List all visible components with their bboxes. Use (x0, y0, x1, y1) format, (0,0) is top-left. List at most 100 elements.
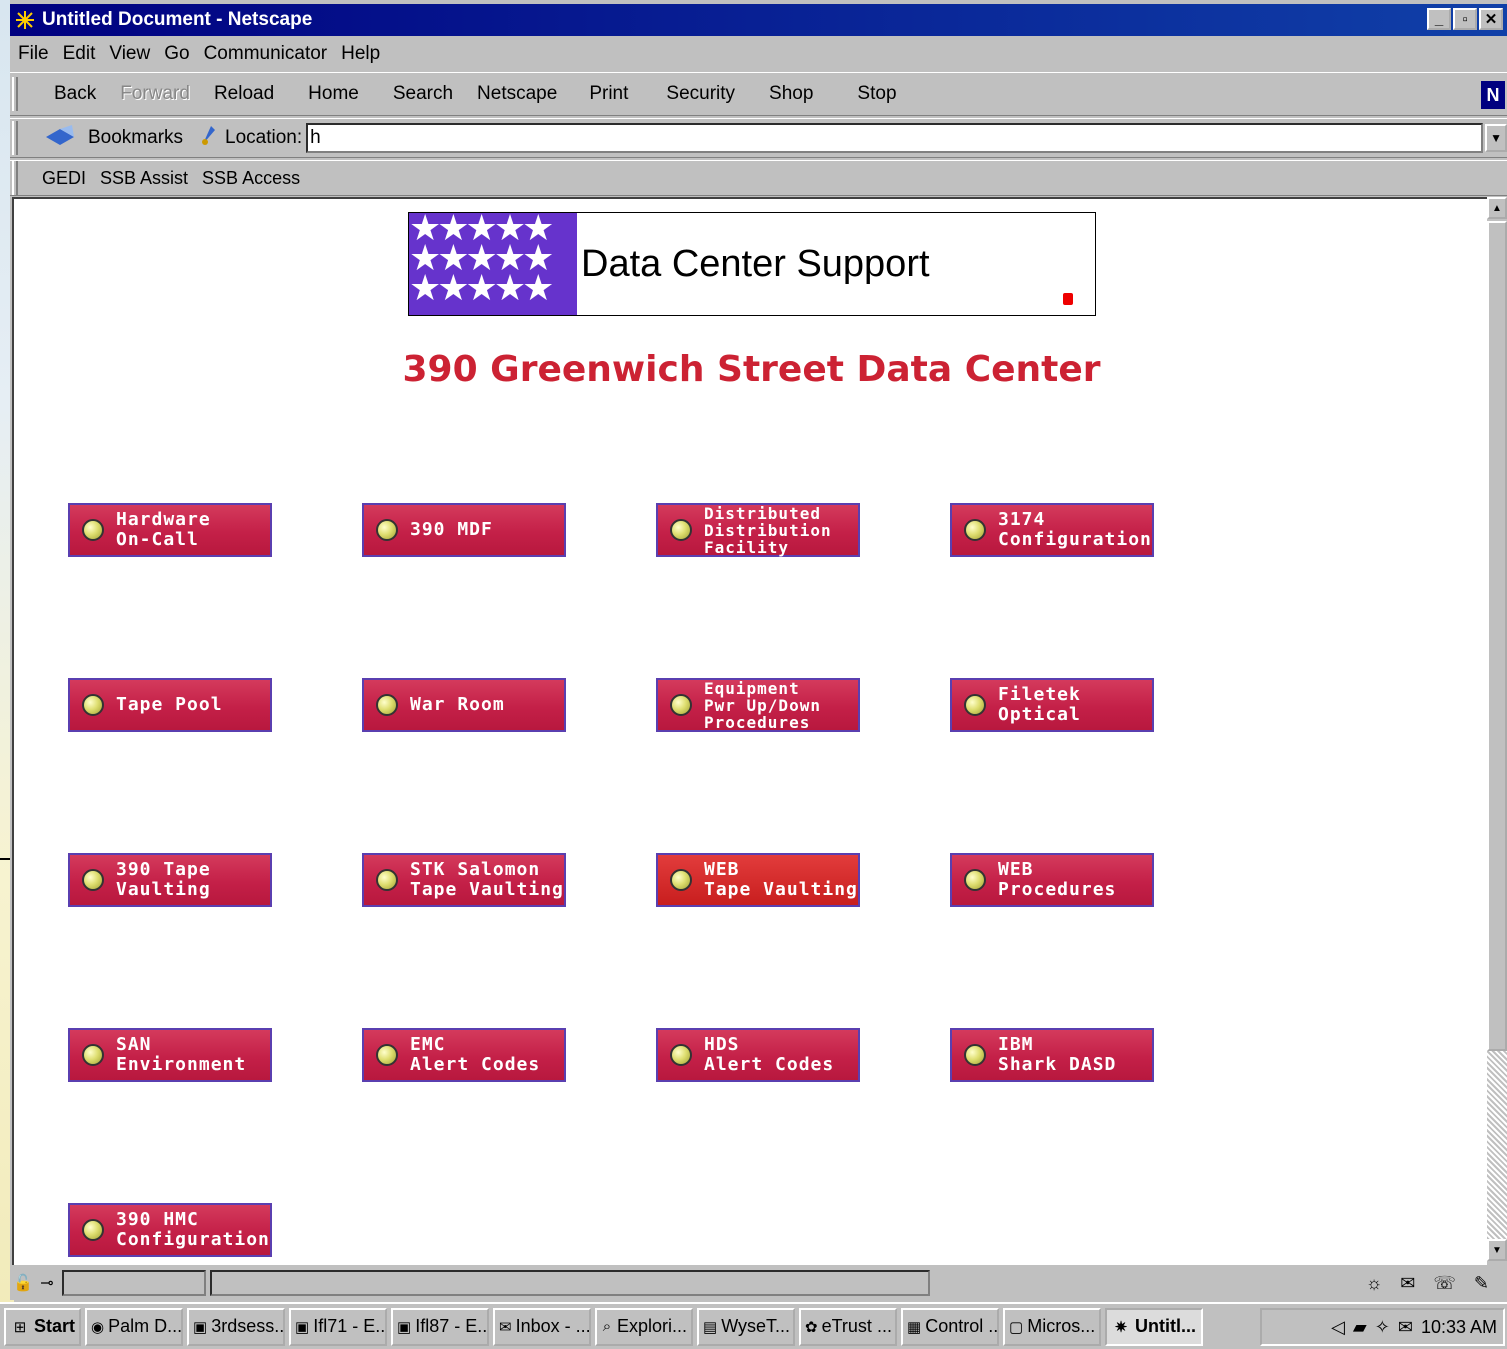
netscape-button[interactable]: Netscape (465, 74, 569, 114)
taskbar-item[interactable]: ▣ 3rdsess... (187, 1307, 286, 1346)
stk-salomon-tape-vaulting-button[interactable]: STK Salomon Tape Vaulting (362, 853, 566, 907)
network-icon[interactable]: ▰ (1353, 1317, 1367, 1338)
location-dropdown-icon[interactable]: ▼ (1485, 124, 1507, 152)
vertical-scrollbar[interactable]: ▲ ▼ (1487, 197, 1507, 1265)
home-button[interactable]: Home (296, 74, 371, 114)
status-text (210, 1270, 930, 1296)
back-button[interactable]: Back (42, 74, 108, 114)
windows-icon: ⊞ (13, 1318, 27, 1336)
connection-icon: ⊸ (40, 1275, 54, 1292)
button-label: Filetek Optical (998, 684, 1081, 725)
hds-alert-codes-button[interactable]: HDS Alert Codes (656, 1028, 860, 1082)
equipment-power-procedures-button[interactable]: Equipment Pwr Up/Down Procedures (656, 678, 860, 732)
stars-graphic: ★★★★★ ★★★★★ ★★★★★ (409, 213, 577, 315)
scroll-track[interactable] (1487, 1051, 1507, 1239)
reload-button[interactable]: Reload (202, 74, 286, 114)
toolbar-grip[interactable] (12, 161, 18, 195)
tape-pool-button[interactable]: Tape Pool (68, 678, 272, 732)
minimize-button[interactable]: _ (1427, 8, 1451, 30)
start-button[interactable]: ⊞ Start (4, 1307, 82, 1346)
personal-link-ssb-access[interactable]: SSB Access (202, 168, 300, 189)
taskbar-item[interactable]: ⌕ Explori... (595, 1307, 694, 1346)
personal-link-ssb-assist[interactable]: SSB Assist (100, 168, 188, 189)
led-icon (376, 694, 398, 716)
taskbar-item-active[interactable]: ✷ Untitl... (1105, 1307, 1204, 1346)
distributed-distribution-facility-button[interactable]: Distributed Distribution Facility (656, 503, 860, 557)
close-button[interactable]: ✕ (1479, 8, 1503, 30)
discussion-icon[interactable]: ☏ (1433, 1273, 1456, 1294)
security-lock-icon[interactable]: 🔓 (12, 1272, 34, 1294)
navigator-icon[interactable]: ☼ (1366, 1273, 1383, 1294)
button-label: Tape Pool (116, 694, 223, 715)
led-icon (670, 1044, 692, 1066)
bookmarks-button[interactable]: Bookmarks (44, 123, 183, 153)
390-mdf-button[interactable]: 390 MDF (362, 503, 566, 557)
led-icon (670, 869, 692, 891)
banner-dot (1063, 293, 1073, 305)
search-button[interactable]: Search (381, 74, 465, 114)
menu-bar: File Edit View Go Communicator Help (10, 38, 386, 70)
menu-edit[interactable]: Edit (63, 43, 96, 65)
3174-configuration-button[interactable]: 3174 Configuration (950, 503, 1154, 557)
led-icon (82, 694, 104, 716)
toolbar-grip[interactable] (12, 121, 18, 155)
taskbar-item[interactable]: ▦ Control ... (901, 1307, 1000, 1346)
hardware-on-call-button[interactable]: Hardware On-Call (68, 503, 272, 557)
taskbar-item[interactable]: ▢ Micros... (1003, 1307, 1102, 1346)
maximize-button[interactable]: ▫ (1453, 8, 1477, 30)
tray-app-icon[interactable]: ✧ (1375, 1317, 1390, 1338)
toolbar-grip[interactable] (12, 77, 18, 111)
taskbar-item[interactable]: ✉ Inbox - ... (493, 1307, 592, 1346)
button-label: WEB Tape Vaulting (704, 859, 858, 900)
menu-communicator[interactable]: Communicator (204, 43, 328, 65)
mail-tray-icon[interactable]: ✉ (1398, 1317, 1413, 1338)
taskbar-item[interactable]: ▣ Ifl71 - E... (289, 1307, 388, 1346)
netscape-logo-icon[interactable]: N (1481, 81, 1505, 109)
volume-icon[interactable]: ◁ (1331, 1317, 1345, 1338)
scroll-thumb[interactable] (1487, 221, 1507, 1051)
taskbar-item[interactable]: ▣ Ifl87 - E... (391, 1307, 490, 1346)
emc-alert-codes-button[interactable]: EMC Alert Codes (362, 1028, 566, 1082)
taskbar-item[interactable]: ✿ eTrust ... (799, 1307, 898, 1346)
app-icon: ▤ (703, 1318, 718, 1336)
clock[interactable]: 10:33 AM (1421, 1317, 1497, 1338)
status-bar: 🔓 ⊸ ☼ ✉ ☏ ✎ (10, 1267, 1507, 1299)
status-progress (62, 1270, 206, 1296)
stop-button[interactable]: Stop (845, 74, 908, 114)
taskbar-item[interactable]: ◉ Palm D... (85, 1307, 184, 1346)
menu-go[interactable]: Go (164, 43, 189, 65)
led-icon (964, 694, 986, 716)
led-icon (376, 1044, 398, 1066)
personal-toolbar: GEDI SSB Assist SSB Access (10, 160, 1507, 196)
security-button[interactable]: Security (654, 74, 747, 114)
banner-title: Data Center Support (581, 243, 930, 285)
web-tape-vaulting-button[interactable]: WEB Tape Vaulting (656, 853, 860, 907)
personal-link-gedi[interactable]: GEDI (42, 168, 86, 189)
print-button[interactable]: Print (577, 74, 640, 114)
menu-file[interactable]: File (18, 43, 49, 65)
scroll-down-icon[interactable]: ▼ (1487, 1239, 1507, 1261)
390-tape-vaulting-button[interactable]: 390 Tape Vaulting (68, 853, 272, 907)
button-label: WEB Procedures (998, 859, 1117, 900)
banner: ★★★★★ ★★★★★ ★★★★★ Data Center Support (408, 212, 1096, 316)
san-environment-button[interactable]: SAN Environment (68, 1028, 272, 1082)
button-label: EMC Alert Codes (410, 1034, 541, 1075)
mail-icon[interactable]: ✉ (1400, 1273, 1415, 1294)
web-procedures-button[interactable]: WEB Procedures (950, 853, 1154, 907)
app-icon: ▣ (295, 1318, 310, 1336)
scroll-up-icon[interactable]: ▲ (1487, 197, 1507, 219)
location-input[interactable]: h (306, 123, 1484, 153)
ibm-shark-dasd-button[interactable]: IBM Shark DASD (950, 1028, 1154, 1082)
led-icon (376, 519, 398, 541)
390-hmc-configuration-button[interactable]: 390 HMC Configuration (68, 1203, 272, 1257)
taskbar-item[interactable]: ▤ WyseT... (697, 1307, 796, 1346)
composer-icon[interactable]: ✎ (1474, 1273, 1489, 1294)
menu-help[interactable]: Help (341, 43, 380, 65)
war-room-button[interactable]: War Room (362, 678, 566, 732)
forward-button[interactable]: Forward (108, 74, 202, 114)
filetek-optical-button[interactable]: Filetek Optical (950, 678, 1154, 732)
menu-view[interactable]: View (109, 43, 150, 65)
shop-button[interactable]: Shop (757, 74, 825, 114)
button-label: 390 MDF (410, 519, 493, 540)
window-title: Untitled Document - Netscape (42, 9, 313, 30)
